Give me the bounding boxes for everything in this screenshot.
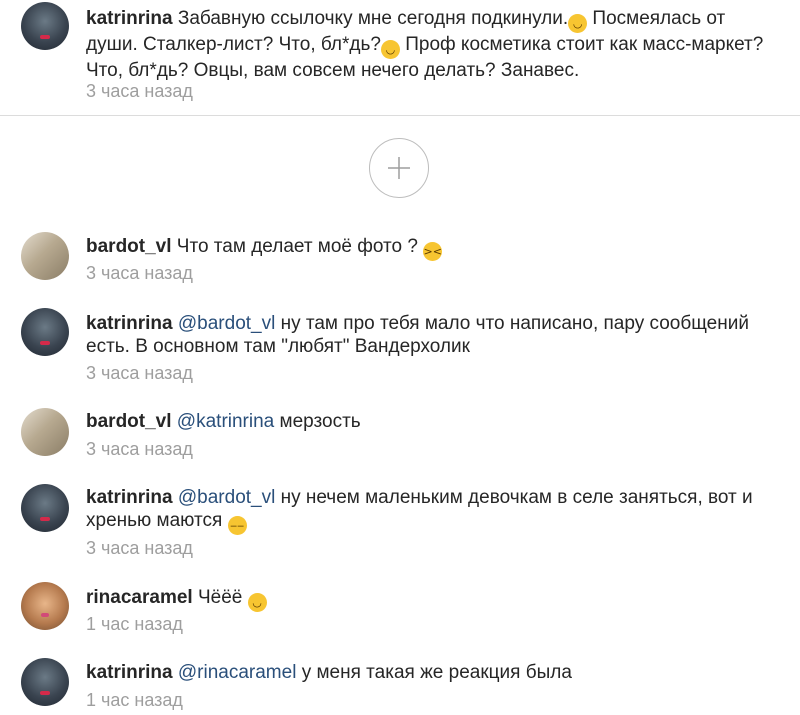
grinning-face-emoji: ◡ xyxy=(380,40,400,59)
comment-text: bardot_vl @katrinrina мерзость xyxy=(86,411,361,432)
persevering-face-emoji: >< xyxy=(423,242,443,261)
comment-timestamp: 1 час назад xyxy=(86,690,183,710)
grinning-face-emoji: ◡ xyxy=(247,593,267,612)
avatar[interactable] xyxy=(21,582,69,630)
avatar[interactable] xyxy=(21,232,69,280)
comment-timestamp: 3 часа назад xyxy=(86,81,193,101)
comment-timestamp: 1 час назад xyxy=(86,614,183,634)
username-link[interactable]: katrinrina xyxy=(86,313,173,334)
divider xyxy=(0,115,800,116)
avatar[interactable] xyxy=(21,308,69,356)
avatar[interactable] xyxy=(21,484,69,532)
comment-text: katrinrina Забавную ссылочку мне сегодня… xyxy=(86,8,764,81)
username-link[interactable]: katrinrina xyxy=(86,8,173,29)
unamused-face-emoji: ‒‒ xyxy=(227,516,247,535)
plus-icon xyxy=(388,157,410,179)
username-link[interactable]: bardot_vl xyxy=(86,236,172,257)
comment-timestamp: 3 часа назад xyxy=(86,538,193,558)
load-more-button[interactable] xyxy=(369,138,429,198)
mention-link[interactable]: @bardot_vl xyxy=(173,313,275,334)
mention-link[interactable]: @katrinrina xyxy=(172,411,274,432)
comment-timestamp: 3 часа назад xyxy=(86,439,193,459)
avatar[interactable] xyxy=(21,408,69,456)
grinning-face-emoji: ◡ xyxy=(568,14,588,33)
comment-text: katrinrina @rinacaramel у меня такая же … xyxy=(86,662,572,683)
comment-text: katrinrina @bardot_vl ну нечем маленьким… xyxy=(86,486,776,535)
comment-timestamp: 3 часа назад xyxy=(86,263,193,283)
username-link[interactable]: bardot_vl xyxy=(86,411,172,432)
comment-text: bardot_vl Что там делает моё фото ? >< xyxy=(86,235,776,261)
mention-link[interactable]: @rinacaramel xyxy=(173,662,297,683)
username-link[interactable]: rinacaramel xyxy=(86,587,193,608)
comment-text: katrinrina @bardot_vl ну там про тебя ма… xyxy=(86,313,749,357)
avatar[interactable] xyxy=(21,2,69,50)
comment-timestamp: 3 часа назад xyxy=(86,363,193,383)
avatar[interactable] xyxy=(21,658,69,706)
username-link[interactable]: katrinrina xyxy=(86,487,173,508)
username-link[interactable]: katrinrina xyxy=(86,662,173,683)
mention-link[interactable]: @bardot_vl xyxy=(173,487,275,508)
comment-text: rinacaramel Чёёё ◡ xyxy=(86,586,776,612)
